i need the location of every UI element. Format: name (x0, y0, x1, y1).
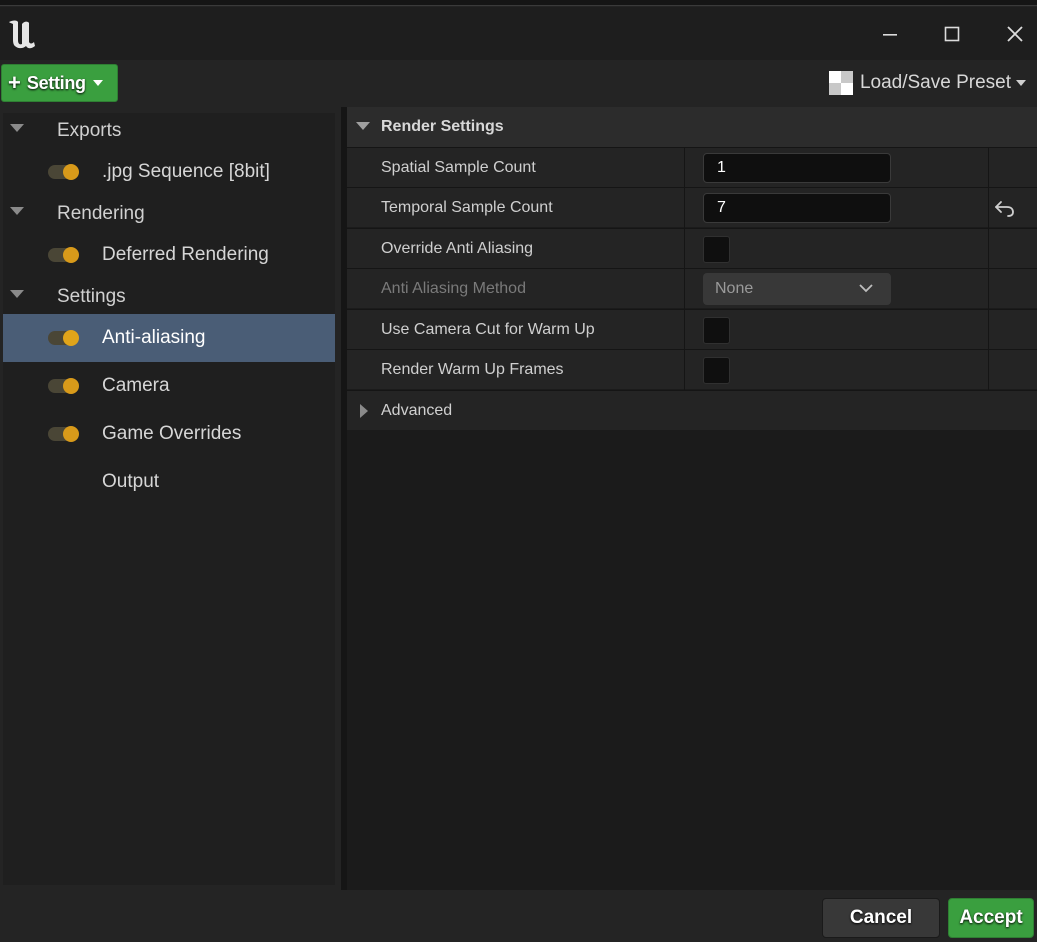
property-row-anti-aliasing-method: Anti Aliasing Method None (347, 268, 1037, 309)
property-row-spatial-sample-count: Spatial Sample Count 1 (347, 147, 1037, 188)
tree-item-anti-aliasing[interactable]: Anti-aliasing (3, 314, 335, 362)
collapse-arrow-icon (356, 122, 370, 130)
column-divider (988, 229, 989, 269)
tree-item-label: Game Overrides (102, 423, 242, 444)
advanced-section-header[interactable]: Advanced (347, 390, 1037, 430)
maximize-icon (944, 26, 960, 42)
settings-tree-panel: Exports .jpg Sequence [8bit] Rendering D… (3, 113, 335, 885)
column-divider[interactable] (684, 310, 685, 350)
column-divider[interactable] (684, 188, 685, 228)
tree-item-camera[interactable]: Camera (3, 364, 335, 408)
override-anti-aliasing-checkbox[interactable] (703, 236, 730, 263)
dropdown-caret-icon (92, 80, 103, 86)
combo-value: None (715, 280, 754, 297)
property-row-use-camera-cut-for-warm-up: Use Camera Cut for Warm Up (347, 309, 1037, 350)
enabled-toggle-icon[interactable] (48, 163, 82, 181)
title-bar (0, 7, 1037, 60)
category-label: Render Settings (381, 118, 504, 135)
property-name: Override Anti Aliasing (381, 240, 534, 257)
minimize-icon (883, 34, 897, 36)
category-header-render-settings[interactable]: Render Settings (347, 107, 1037, 147)
tree-group-settings[interactable]: Settings (3, 275, 335, 319)
tree-item-game-overrides[interactable]: Game Overrides (3, 412, 335, 456)
tree-item-label: .jpg Sequence [8bit] (102, 161, 270, 182)
enabled-toggle-icon[interactable] (48, 246, 82, 264)
tree-item-jpg-sequence[interactable]: .jpg Sequence [8bit] (3, 150, 335, 194)
property-name: Temporal Sample Count (381, 199, 553, 216)
temporal-sample-count-input[interactable]: 7 (703, 193, 891, 223)
tree-group-exports[interactable]: Exports (3, 109, 335, 153)
close-icon (1007, 26, 1023, 42)
property-row-temporal-sample-count: Temporal Sample Count 7 (347, 187, 1037, 228)
column-divider[interactable] (684, 350, 685, 390)
window-top-border (0, 0, 1037, 6)
column-divider (988, 148, 989, 188)
property-name: Render Warm Up Frames (381, 361, 564, 378)
column-divider[interactable] (684, 148, 685, 188)
anti-aliasing-method-combo[interactable]: None (703, 273, 891, 305)
column-divider[interactable] (684, 229, 685, 269)
collapse-arrow-icon (10, 124, 24, 132)
column-divider (988, 269, 989, 309)
enabled-toggle-icon[interactable] (48, 425, 82, 443)
enabled-toggle-icon[interactable] (48, 329, 82, 347)
expand-arrow-icon (360, 404, 368, 418)
tree-item-label: Deferred Rendering (102, 244, 269, 265)
unreal-engine-logo-icon (9, 20, 35, 49)
tree-group-label: Exports (57, 120, 122, 141)
property-name: Anti Aliasing Method (381, 280, 526, 297)
column-divider (988, 310, 989, 350)
tree-item-label: Camera (102, 375, 170, 396)
column-divider (988, 350, 989, 390)
tree-item-output[interactable]: Output (3, 460, 335, 504)
property-row-override-anti-aliasing: Override Anti Aliasing (347, 228, 1037, 269)
tree-item-deferred-rendering[interactable]: Deferred Rendering (3, 233, 335, 277)
column-divider[interactable] (684, 269, 685, 309)
chevron-down-icon (859, 284, 873, 293)
close-button[interactable] (1000, 19, 1030, 49)
tree-group-label: Settings (57, 286, 126, 307)
use-camera-cut-checkbox[interactable] (703, 317, 730, 344)
details-panel: Render Settings Spatial Sample Count 1 T… (347, 107, 1037, 890)
add-setting-button[interactable]: + Setting (1, 64, 118, 102)
maximize-button[interactable] (937, 19, 967, 49)
add-setting-label: Setting (26, 72, 86, 93)
property-name: Use Camera Cut for Warm Up (381, 321, 595, 338)
movie-render-queue-settings-window: + Setting Load/Save Preset Exports .jpg … (0, 0, 1037, 942)
reset-to-default-icon[interactable] (992, 198, 1016, 218)
preset-label: Load/Save Preset (859, 72, 1011, 93)
dropdown-caret-icon (1016, 80, 1026, 86)
toolbar: + Setting Load/Save Preset (0, 60, 1037, 106)
enabled-toggle-icon[interactable] (48, 377, 82, 395)
cancel-button[interactable]: Cancel (822, 898, 940, 938)
load-save-preset-button[interactable]: Load/Save Preset (828, 70, 1027, 96)
accept-button[interactable]: Accept (948, 898, 1034, 938)
property-name: Spatial Sample Count (381, 159, 536, 176)
property-row-render-warm-up-frames: Render Warm Up Frames (347, 349, 1037, 390)
column-divider (988, 188, 989, 228)
collapse-arrow-icon (10, 207, 24, 215)
tree-group-rendering[interactable]: Rendering (3, 192, 335, 236)
render-warm-up-frames-checkbox[interactable] (703, 357, 730, 384)
plus-icon: + (8, 70, 21, 95)
collapse-arrow-icon (10, 290, 24, 298)
tree-item-label: Output (102, 471, 160, 492)
advanced-label: Advanced (381, 402, 453, 419)
tree-group-label: Rendering (57, 203, 145, 224)
tree-item-label: Anti-aliasing (102, 327, 206, 348)
spatial-sample-count-input[interactable]: 1 (703, 153, 891, 183)
minimize-button[interactable] (875, 19, 905, 49)
preset-checker-icon (828, 71, 853, 95)
